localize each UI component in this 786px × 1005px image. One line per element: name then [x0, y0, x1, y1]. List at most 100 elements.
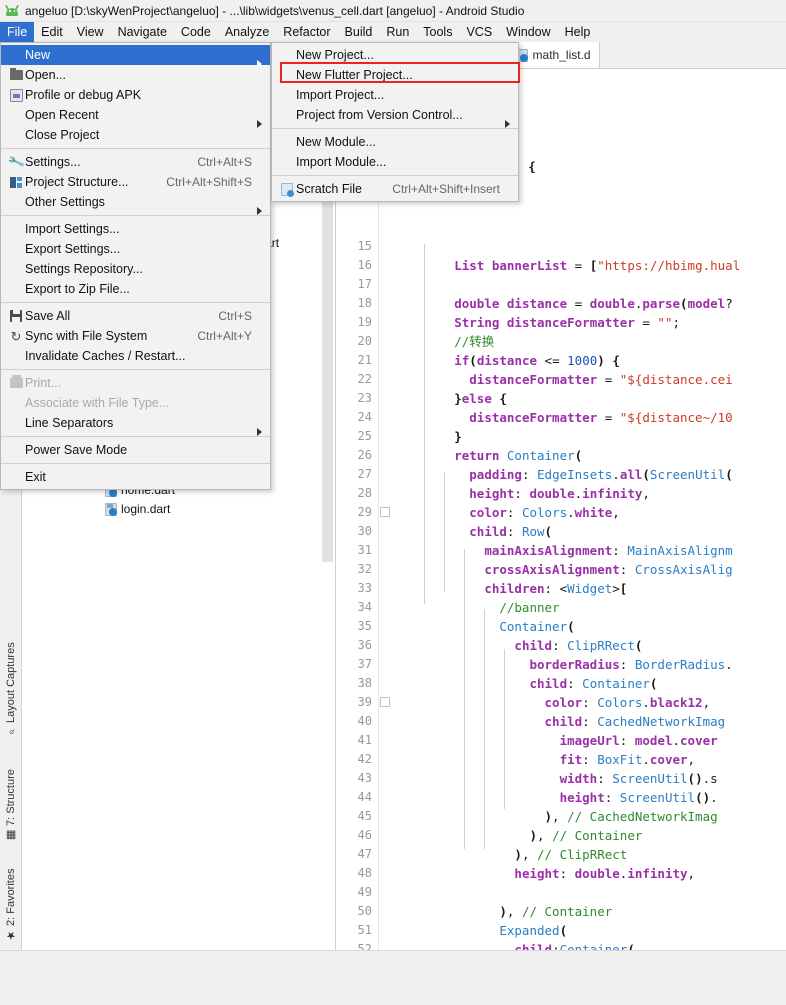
line-number: 49 — [357, 885, 372, 899]
menubar-item-tools[interactable]: Tools — [416, 22, 459, 42]
menu-item-other-settings[interactable]: Other Settings — [1, 192, 270, 215]
code-line[interactable]: Expanded( — [394, 921, 567, 940]
line-number: 22 — [357, 372, 372, 386]
menu-item-settings-repository[interactable]: Settings Repository... — [1, 259, 270, 279]
code-fold-marker[interactable] — [380, 697, 390, 707]
menu-item-export-settings[interactable]: Export Settings... — [1, 239, 270, 259]
menubar-item-help[interactable]: Help — [558, 22, 598, 42]
code-line[interactable]: String distanceFormatter = ""; — [394, 313, 680, 332]
menu-item-project-structure[interactable]: Project Structure... Ctrl+Alt+Shift+S — [1, 172, 270, 192]
code-line[interactable]: List bannerList = ["https://hbimg.hual — [394, 256, 740, 275]
code-line[interactable]: height: double.infinity, — [394, 864, 695, 883]
menu-item-import-module[interactable]: Import Module... — [272, 152, 518, 172]
line-number: 37 — [357, 657, 372, 671]
menu-separator — [1, 463, 270, 464]
code-fold-marker[interactable] — [380, 507, 390, 517]
code-line[interactable]: width: ScreenUtil().s — [394, 769, 718, 788]
menubar-item-refactor[interactable]: Refactor — [276, 22, 337, 42]
code-line[interactable]: height: double.infinity, — [394, 484, 650, 503]
menu-item-import-project[interactable]: Import Project... — [272, 85, 518, 105]
menu-item-new[interactable]: New — [1, 45, 270, 68]
code-line[interactable]: child: Container( — [394, 674, 657, 693]
menu-item-export-to-zip-file[interactable]: Export to Zip File... — [1, 279, 270, 299]
menu-item-label: Sync with File System — [25, 329, 148, 343]
menubar-item-edit[interactable]: Edit — [34, 22, 70, 42]
menubar-item-code[interactable]: Code — [174, 22, 218, 42]
menu-item-new-module[interactable]: New Module... — [272, 132, 518, 152]
file-menu-popup[interactable]: New Open... Profile or debug APK Open Recen… — [0, 42, 271, 490]
menu-item-save-all[interactable]: Save All Ctrl+S — [1, 306, 270, 326]
code-line[interactable]: children: <Widget>[ — [394, 579, 627, 598]
tool-window-button-layout-captures[interactable]: ⌕ Layout Captures — [0, 627, 22, 737]
code-line[interactable]: borderRadius: BorderRadius. — [394, 655, 732, 674]
code-line[interactable]: ), // ClipRRect — [394, 845, 627, 864]
tool-window-button-label: 2: Favorites — [5, 868, 17, 926]
code-line[interactable]: fit: BoxFit.cover, — [394, 750, 696, 769]
code-line[interactable]: } — [394, 427, 462, 446]
code-line[interactable]: child: Row( — [394, 522, 552, 541]
tree-file-node[interactable]: login.dart — [22, 500, 335, 519]
menu-separator — [1, 369, 270, 370]
editor-tab[interactable]: math_list.d — [507, 42, 600, 68]
menu-item-new-project[interactable]: New Project... — [272, 45, 518, 65]
code-line[interactable]: //banner — [394, 598, 559, 617]
code-editor[interactable]: 15 16 17 18 19 20 21 22 23 24 25 26 27 28 29 30 31 32 33 34… — [336, 69, 786, 992]
menu-item-profile-or-debug-apk[interactable]: Profile or debug APK — [1, 85, 270, 105]
menu-item-label: Project from Version Control... — [296, 108, 463, 122]
code-line[interactable]: distanceFormatter = "${distance.cei — [394, 370, 732, 389]
editor-gutter[interactable]: 15 16 17 18 19 20 21 22 23 24 25 26 27 28 29 30 31 32 33 34… — [336, 69, 379, 992]
line-number: 20 — [357, 334, 372, 348]
menu-item-open-recent[interactable]: Open Recent — [1, 105, 270, 128]
tool-window-button-7-structure[interactable]: ▦ 7: Structure — [0, 732, 22, 842]
menu-item-open[interactable]: Open... — [1, 65, 270, 85]
code-line[interactable]: }else { — [394, 389, 507, 408]
menubar-item-navigate[interactable]: Navigate — [111, 22, 174, 42]
line-number: 32 — [357, 562, 372, 576]
menubar-item-view[interactable]: View — [70, 22, 111, 42]
code-line[interactable]: if(distance <= 1000) { — [394, 351, 620, 370]
line-number: 25 — [357, 429, 372, 443]
menu-item-invalidate-caches-restart[interactable]: Invalidate Caches / Restart... — [1, 346, 270, 366]
menu-item-sync-with-file-system[interactable]: ↻ Sync with File System Ctrl+Alt+Y — [1, 326, 270, 346]
line-number: 42 — [357, 752, 372, 766]
menu-item-new-flutter-project[interactable]: New Flutter Project... — [272, 65, 518, 85]
menu-item-project-from-version-control[interactable]: Project from Version Control... — [272, 105, 518, 128]
code-line[interactable]: child: ClipRRect( — [394, 636, 642, 655]
menu-item-label: New Project... — [296, 48, 374, 62]
code-line[interactable]: child: CachedNetworkImag — [394, 712, 726, 731]
code-line[interactable]: height: ScreenUtil(). — [394, 788, 718, 807]
code-line[interactable]: //转换 — [394, 332, 494, 351]
code-line[interactable]: ), // Container — [394, 902, 612, 921]
code-line[interactable]: color: Colors.white, — [394, 503, 620, 522]
menu-item-exit[interactable]: Exit — [1, 467, 270, 487]
code-line[interactable]: return Container( — [394, 446, 582, 465]
print-icon — [7, 375, 25, 388]
menu-item-label: Invalidate Caches / Restart... — [25, 349, 186, 363]
code-line[interactable]: ), // CachedNetworkImag — [394, 807, 718, 826]
code-line[interactable]: color: Colors.black12, — [394, 693, 711, 712]
menubar-item-file[interactable]: File — [0, 22, 35, 42]
line-number: 40 — [357, 714, 372, 728]
code-line[interactable]: ), // Container — [394, 826, 642, 845]
new-submenu-popup[interactable]: New Project... New Flutter Project... Impo… — [271, 42, 519, 202]
folder-icon — [7, 68, 25, 80]
menu-item-print[interactable]: Print... — [1, 373, 270, 393]
menu-item-close-project[interactable]: Close Project — [1, 125, 270, 145]
menubar-item-build[interactable]: Build — [338, 22, 380, 42]
menu-item-label: Profile or debug APK — [25, 88, 142, 102]
menubar-item-analyze[interactable]: Analyze — [218, 22, 276, 42]
code-line[interactable]: distanceFormatter = "${distance~/10 — [394, 408, 732, 427]
menu-item-power-save-mode[interactable]: Power Save Mode — [1, 440, 270, 460]
menubar-item-window[interactable]: Window — [499, 22, 557, 42]
line-number: 34 — [357, 600, 372, 614]
menubar-item-run[interactable]: Run — [379, 22, 416, 42]
code-line[interactable]: double distance = double.parse(model? — [394, 294, 733, 313]
menu-item-line-separators[interactable]: Line Separators — [1, 413, 270, 436]
menu-item-scratch-file[interactable]: Scratch File Ctrl+Alt+Shift+Insert — [272, 179, 518, 199]
menu-item-label: Project Structure... — [25, 175, 129, 189]
menu-item-import-settings[interactable]: Import Settings... — [1, 219, 270, 239]
menu-item-associate-with-file-type[interactable]: Associate with File Type... — [1, 393, 270, 413]
menubar-item-vcs[interactable]: VCS — [459, 22, 499, 42]
menu-item-settings[interactable]: 🔧 Settings... Ctrl+Alt+S — [1, 152, 270, 172]
code-line[interactable]: imageUrl: model.cover — [394, 731, 718, 750]
